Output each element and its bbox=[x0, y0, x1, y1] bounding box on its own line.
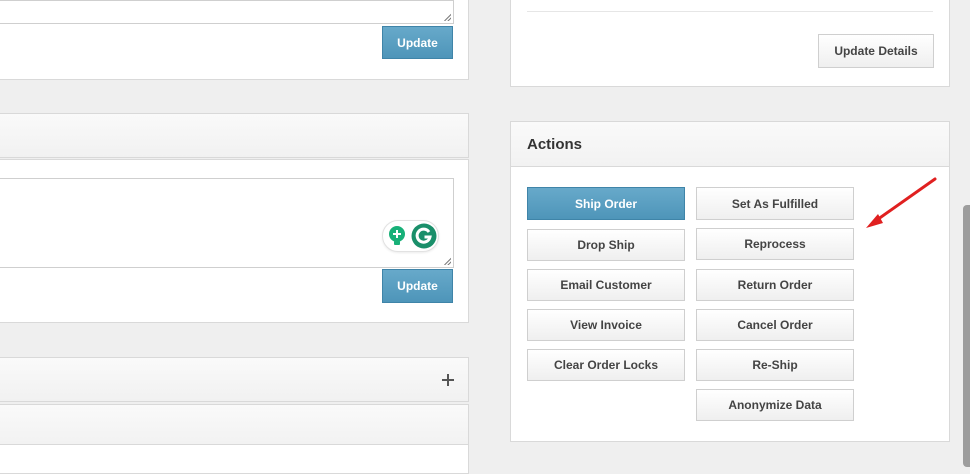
return-order-button[interactable]: Return Order bbox=[696, 269, 854, 301]
divider bbox=[527, 11, 933, 12]
update-button[interactable]: Update bbox=[382, 26, 453, 59]
reprocess-button[interactable]: Reprocess bbox=[696, 228, 854, 260]
actions-title: Actions bbox=[527, 136, 583, 153]
bottom-panel bbox=[0, 404, 469, 474]
resize-grip[interactable] bbox=[443, 257, 451, 265]
re-ship-button[interactable]: Re-Ship bbox=[696, 349, 854, 381]
update-button[interactable]: Update bbox=[382, 269, 453, 303]
notes-textarea-middle[interactable] bbox=[0, 178, 454, 268]
ship-order-button[interactable]: Ship Order bbox=[527, 187, 685, 220]
page-scrollbar[interactable] bbox=[963, 205, 970, 467]
update-details-button[interactable]: Update Details bbox=[818, 34, 934, 68]
cancel-order-button[interactable]: Cancel Order bbox=[696, 309, 854, 341]
actions-panel: Actions Ship Order Set As Fulfilled Drop… bbox=[510, 121, 950, 442]
notes-textarea-top[interactable] bbox=[0, 0, 454, 24]
drop-ship-button[interactable]: Drop Ship bbox=[527, 229, 685, 261]
bottom-panel-header bbox=[0, 405, 468, 445]
set-as-fulfilled-button[interactable]: Set As Fulfilled bbox=[696, 187, 854, 220]
collapsible-section[interactable] bbox=[0, 357, 469, 402]
red-arrow-icon bbox=[866, 177, 937, 228]
resize-grip[interactable] bbox=[443, 13, 451, 21]
plus-icon[interactable] bbox=[442, 374, 454, 386]
grammarly-widget[interactable] bbox=[382, 220, 439, 252]
notes-panel-top: Update bbox=[0, 0, 469, 80]
clear-order-locks-button[interactable]: Clear Order Locks bbox=[527, 349, 685, 381]
details-panel: Update Details bbox=[510, 0, 950, 87]
view-invoice-button[interactable]: View Invoice bbox=[527, 309, 685, 341]
section-header-panel bbox=[0, 113, 469, 158]
actions-panel-header: Actions bbox=[511, 122, 949, 167]
grammarly-g-icon[interactable] bbox=[411, 223, 437, 249]
lightbulb-plus-icon[interactable] bbox=[386, 224, 408, 248]
anonymize-data-button[interactable]: Anonymize Data bbox=[696, 389, 854, 421]
email-customer-button[interactable]: Email Customer bbox=[527, 269, 685, 301]
